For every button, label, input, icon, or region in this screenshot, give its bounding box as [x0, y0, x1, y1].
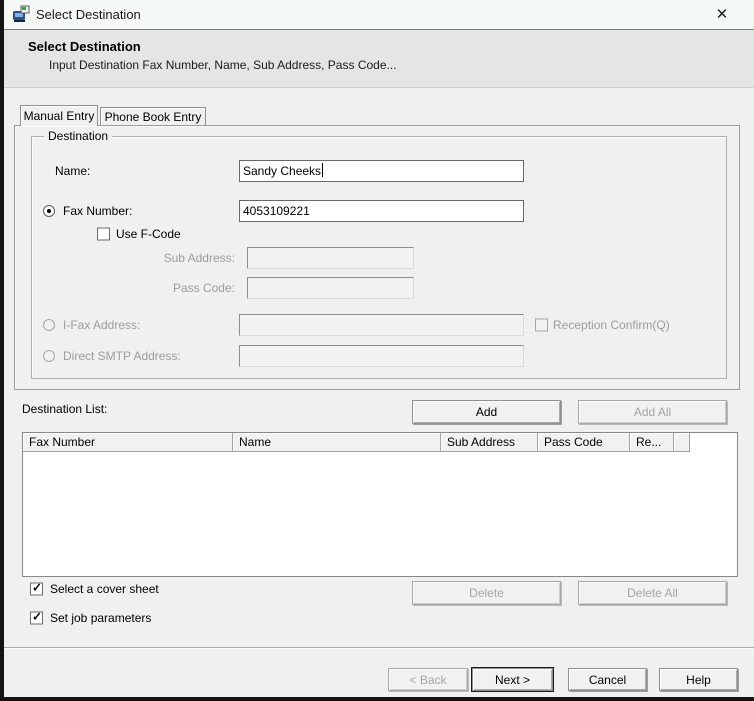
- delete-all-button: Delete All: [578, 581, 727, 605]
- fax-number-row: Fax Number: 4053109221: [32, 200, 726, 222]
- fax-number-input[interactable]: 4053109221: [239, 200, 524, 222]
- next-button[interactable]: Next >: [472, 668, 553, 691]
- smtp-row: Direct SMTP Address:: [32, 345, 726, 367]
- tab-phone-book-entry[interactable]: Phone Book Entry: [100, 107, 206, 126]
- ifax-label: I-Fax Address:: [63, 318, 140, 332]
- app-icon: [12, 5, 31, 29]
- cancel-button[interactable]: Cancel: [568, 668, 647, 691]
- column-header-name[interactable]: Name: [233, 433, 441, 452]
- pass-code-row: Pass Code:: [32, 277, 726, 299]
- window-title: Select Destination: [36, 7, 141, 22]
- close-icon[interactable]: ✕: [706, 3, 738, 27]
- select-destination-dialog: Select Destination ✕ Select Destination …: [4, 0, 754, 697]
- use-fcode-row: Use F-Code: [32, 225, 726, 242]
- pass-code-input: [247, 277, 414, 299]
- back-button: < Back: [388, 668, 468, 691]
- sub-address-label: Sub Address:: [32, 251, 235, 265]
- job-params-row: Set job parameters: [4, 610, 404, 626]
- column-header-sub-address[interactable]: Sub Address: [441, 433, 538, 452]
- column-header-fax-number[interactable]: Fax Number: [23, 433, 233, 452]
- pass-code-label: Pass Code:: [32, 281, 235, 295]
- destination-list-label: Destination List:: [22, 402, 107, 416]
- cover-sheet-checkbox[interactable]: [30, 583, 43, 596]
- column-header-stub: [674, 433, 690, 452]
- smtp-label: Direct SMTP Address:: [63, 349, 181, 363]
- destination-list-table[interactable]: Fax Number Name Sub Address Pass Code Re…: [22, 432, 738, 577]
- name-input[interactable]: Sandy Cheeks: [239, 160, 524, 182]
- fax-number-radio[interactable]: [43, 205, 55, 217]
- add-all-button: Add All: [578, 400, 727, 424]
- name-value: Sandy Cheeks: [243, 164, 321, 178]
- reception-confirm-label: Reception Confirm(Q): [553, 318, 670, 332]
- smtp-radio: [43, 350, 55, 362]
- cover-sheet-label: Select a cover sheet: [50, 582, 159, 596]
- use-fcode-label: Use F-Code: [116, 227, 181, 241]
- cover-sheet-row: Select a cover sheet: [4, 581, 404, 597]
- job-params-checkbox[interactable]: [30, 612, 43, 625]
- job-params-label: Set job parameters: [50, 611, 151, 625]
- destination-groupbox: Destination Name: Sandy Cheeks Fax Numbe…: [31, 136, 727, 379]
- name-label: Name:: [55, 164, 90, 178]
- add-button[interactable]: Add: [412, 400, 561, 424]
- wizard-header: Select Destination Input Destination Fax…: [4, 30, 754, 88]
- fax-number-label: Fax Number:: [63, 204, 132, 218]
- help-button[interactable]: Help: [659, 668, 738, 691]
- sub-address-input: [247, 247, 414, 269]
- page-subtitle: Input Destination Fax Number, Name, Sub …: [49, 58, 397, 72]
- sub-address-row: Sub Address:: [32, 247, 726, 269]
- text-caret: [322, 163, 323, 177]
- destination-group-legend: Destination: [44, 129, 112, 143]
- ifax-row: I-Fax Address: Reception Confirm(Q): [32, 314, 726, 336]
- column-header-pass-code[interactable]: Pass Code: [538, 433, 630, 452]
- table-header-row: Fax Number Name Sub Address Pass Code Re…: [23, 433, 737, 452]
- ifax-input: [239, 314, 524, 336]
- page-title: Select Destination: [28, 39, 141, 54]
- footer-separator: [4, 647, 754, 649]
- delete-button: Delete: [412, 581, 561, 605]
- name-row: Name: Sandy Cheeks: [32, 160, 726, 182]
- titlebar: Select Destination ✕: [4, 0, 754, 30]
- tab-manual-entry[interactable]: Manual Entry: [20, 105, 98, 126]
- ifax-radio: [43, 319, 55, 331]
- column-header-re[interactable]: Re...: [630, 433, 674, 452]
- smtp-input: [239, 345, 524, 367]
- use-fcode-checkbox[interactable]: [97, 227, 110, 240]
- manual-entry-panel: Destination Name: Sandy Cheeks Fax Numbe…: [14, 125, 740, 390]
- reception-confirm-checkbox: [535, 319, 548, 332]
